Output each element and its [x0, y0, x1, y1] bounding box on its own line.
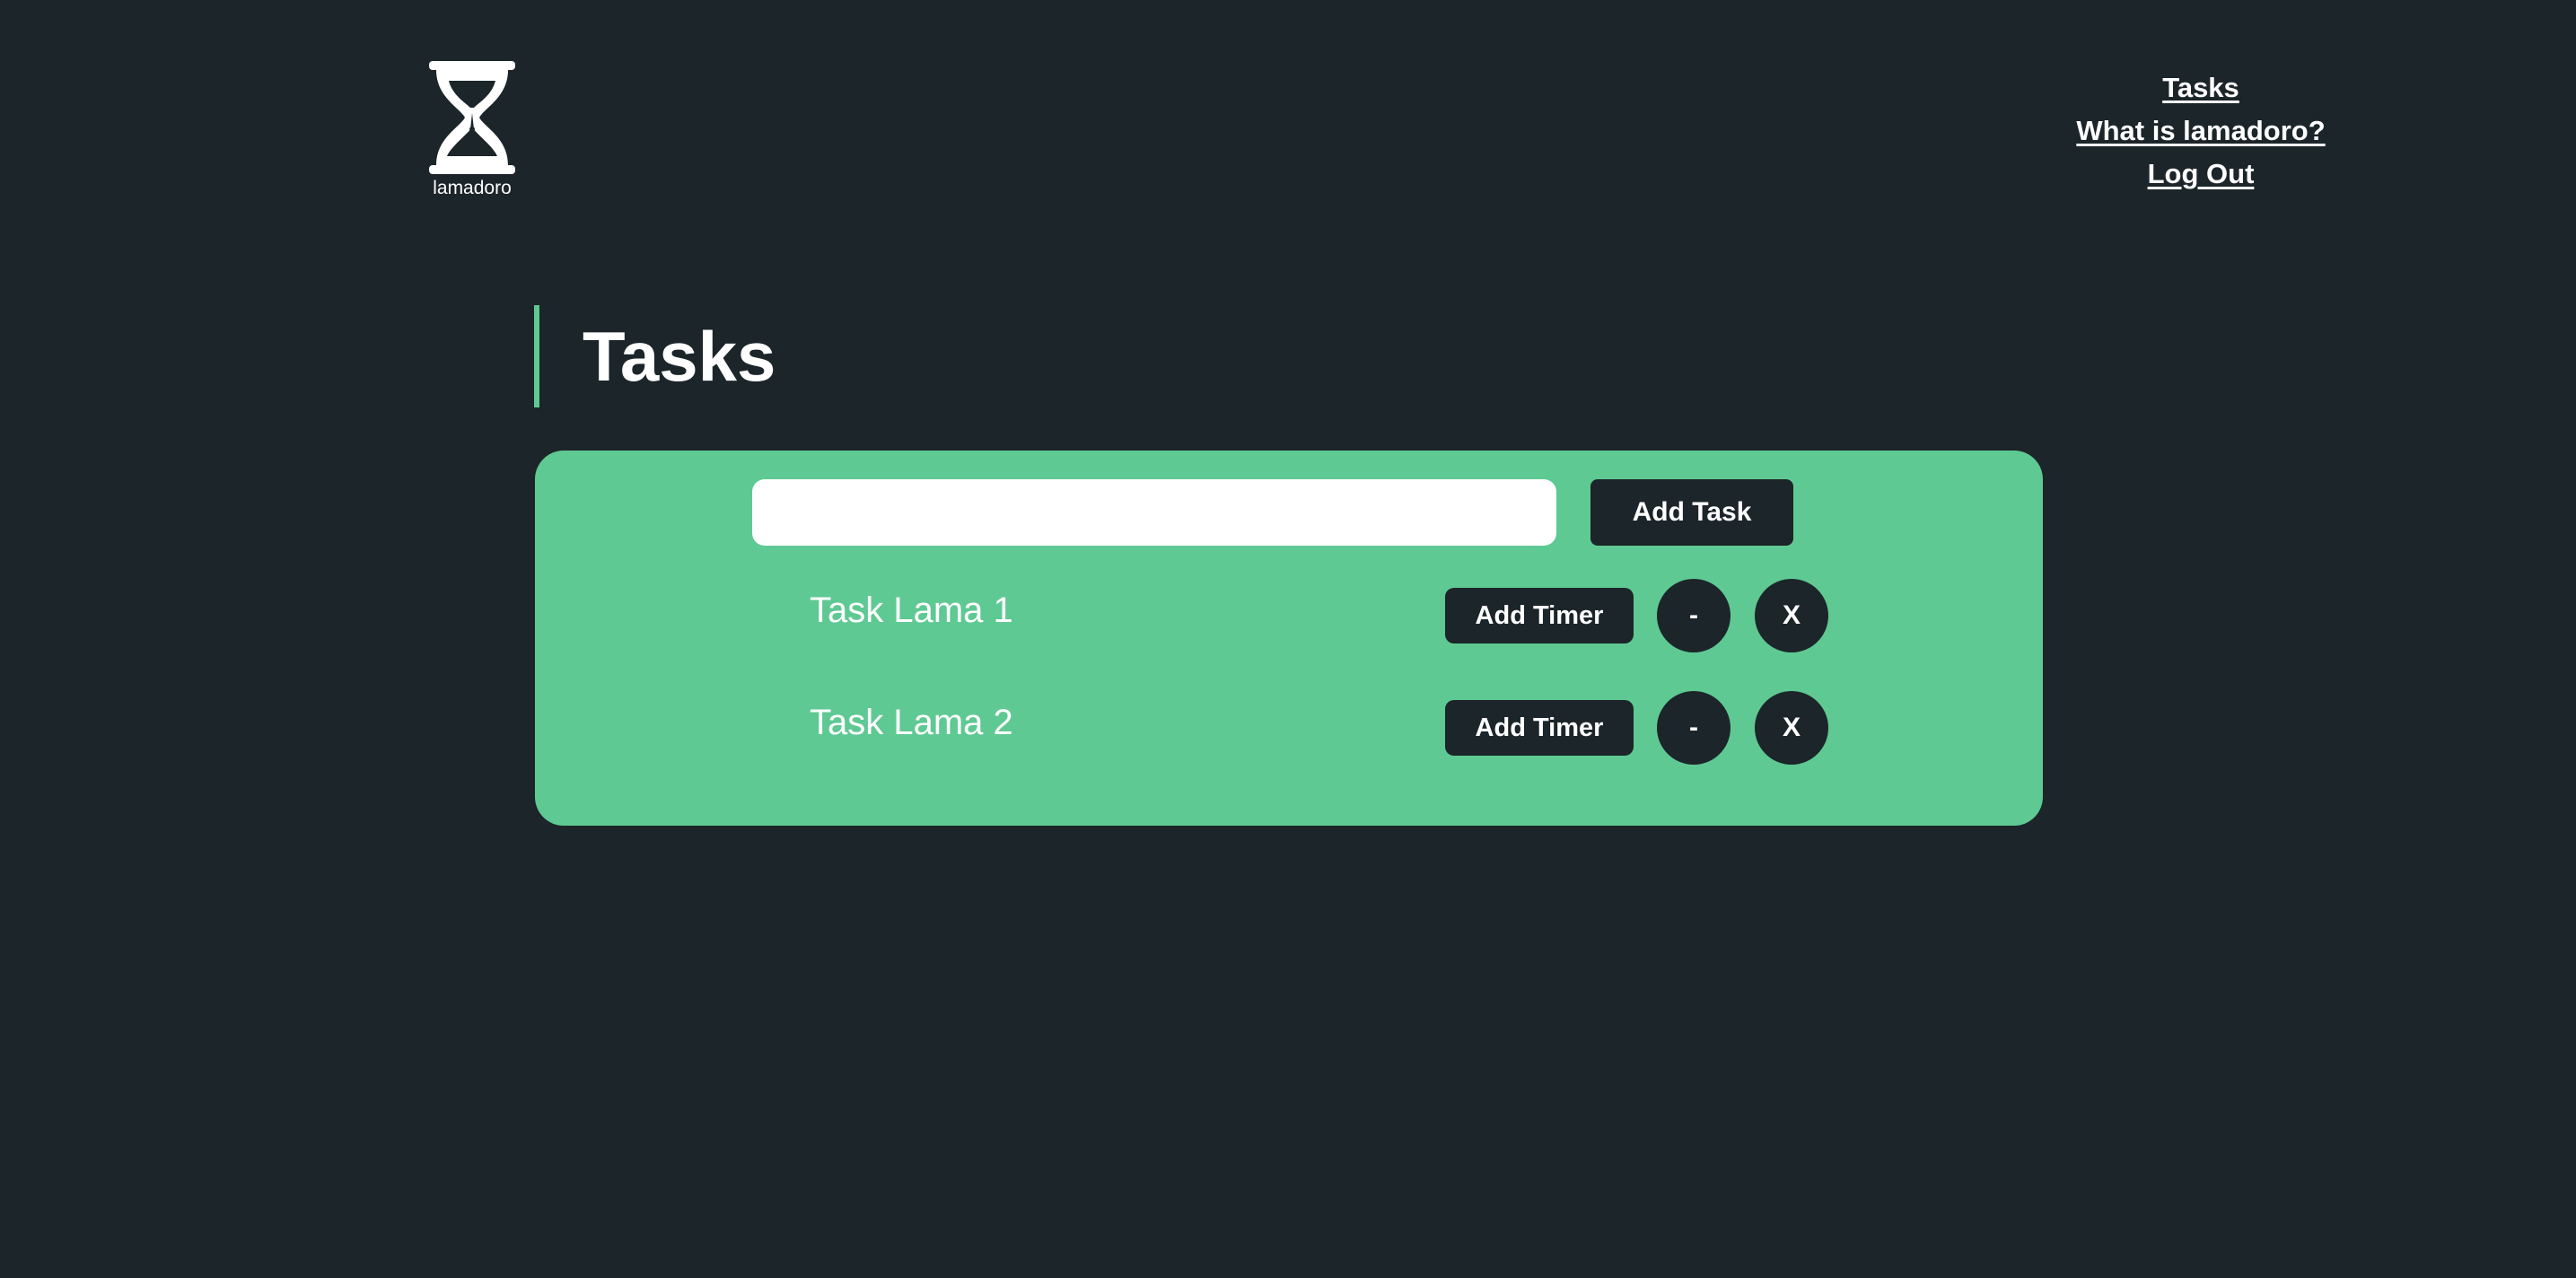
page-heading: Tasks — [534, 305, 775, 407]
page-title: Tasks — [583, 317, 776, 396]
page: lamadoro Tasks What is lamadoro? Log Out… — [0, 0, 2576, 1278]
task-name: Task Lama 1 — [810, 591, 1013, 630]
logo[interactable]: lamadoro — [422, 61, 522, 199]
nav-link-what-is-lamadoro[interactable]: What is lamadoro? — [2046, 109, 2355, 153]
delete-task-button[interactable]: X — [1755, 579, 1828, 652]
nav-link-log-out[interactable]: Log Out — [2046, 153, 2355, 196]
nav-link-tasks[interactable]: Tasks — [2046, 66, 2355, 109]
add-timer-button[interactable]: Add Timer — [1445, 588, 1634, 643]
task-row: Task Lama 2 Add Timer - X — [535, 691, 2043, 766]
task-name: Task Lama 2 — [810, 703, 1013, 742]
minus-button[interactable]: - — [1657, 691, 1730, 765]
tasks-panel: Add Task Task Lama 1 Add Timer - X Task … — [535, 451, 2043, 826]
logo-text: lamadoro — [433, 178, 512, 198]
add-timer-button[interactable]: Add Timer — [1445, 700, 1634, 756]
hourglass-icon — [429, 61, 515, 174]
add-task-button[interactable]: Add Task — [1590, 479, 1793, 546]
task-row: Task Lama 1 Add Timer - X — [535, 579, 2043, 654]
minus-button[interactable]: - — [1657, 579, 1730, 652]
main-nav: Tasks What is lamadoro? Log Out — [2046, 66, 2355, 196]
new-task-input[interactable] — [752, 479, 1556, 546]
delete-task-button[interactable]: X — [1755, 691, 1828, 765]
